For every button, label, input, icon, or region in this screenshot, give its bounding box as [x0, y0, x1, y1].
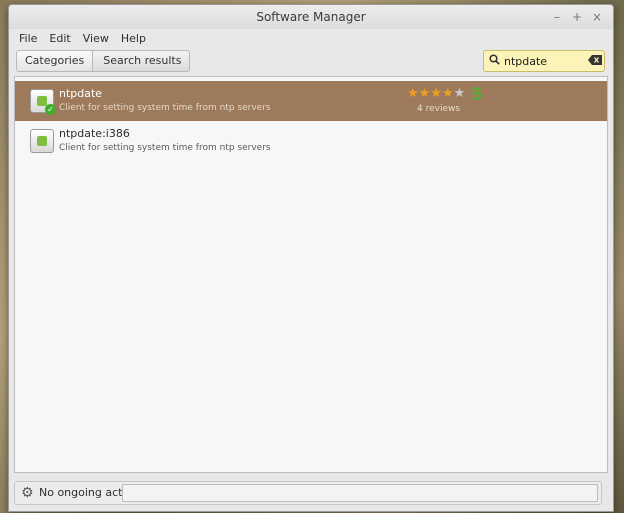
rating-score: 5 — [471, 85, 483, 105]
star-icon: ★ — [441, 86, 454, 101]
menu-help[interactable]: Help — [115, 32, 152, 45]
star-icon: ★ — [418, 86, 431, 101]
toolbar: Categories Search results — [9, 49, 613, 75]
window-controls: – + × — [547, 8, 607, 26]
package-name: ntpdate:i386 — [59, 127, 130, 140]
clear-icon[interactable] — [586, 54, 604, 68]
list-item[interactable]: ✓ ntpdate Client for setting system time… — [15, 81, 607, 121]
window-title: Software Manager — [256, 10, 366, 24]
installed-check-icon: ✓ — [45, 104, 56, 115]
menu-file[interactable]: File — [13, 32, 43, 45]
menubar: File Edit View Help — [9, 29, 613, 47]
close-button[interactable]: × — [587, 8, 607, 26]
menu-view[interactable]: View — [77, 32, 115, 45]
list-item[interactable]: ntpdate:i386 Client for setting system t… — [15, 121, 607, 161]
search-icon — [486, 54, 502, 68]
status-panel: ⚙ No ongoing actions — [14, 481, 602, 505]
search-box — [483, 50, 605, 72]
results-list: ✓ ntpdate Client for setting system time… — [14, 76, 608, 473]
star-icon: ★ — [407, 86, 419, 101]
minimize-button[interactable]: – — [547, 8, 567, 26]
breadcrumb-categories[interactable]: Categories — [16, 50, 94, 72]
package-icon — [30, 129, 54, 153]
statusbar: ⚙ No ongoing actions — [9, 477, 613, 511]
star-empty-icon: ★ — [453, 86, 466, 101]
package-description: Client for setting system time from ntp … — [59, 143, 271, 153]
progress-bar — [122, 484, 598, 502]
package-icon: ✓ — [30, 89, 56, 115]
breadcrumb-search-results[interactable]: Search results — [93, 50, 191, 72]
package-name: ntpdate — [59, 87, 103, 100]
maximize-button[interactable]: + — [567, 8, 587, 26]
rating: ★ ★ ★ ★ ★ 5 4 reviews — [407, 85, 497, 117]
package-description: Client for setting system time from ntp … — [59, 103, 271, 113]
search-input[interactable] — [502, 54, 586, 68]
star-icon: ★ — [430, 86, 442, 101]
gear-icon: ⚙ — [21, 485, 34, 501]
review-count: 4 reviews — [417, 104, 461, 114]
menu-edit[interactable]: Edit — [43, 32, 76, 45]
breadcrumb: Categories Search results — [16, 50, 191, 72]
star-rating: ★ ★ ★ ★ ★ — [407, 87, 497, 101]
titlebar[interactable]: Software Manager – + × — [9, 5, 613, 29]
software-manager-window: Software Manager – + × File Edit View He… — [8, 4, 614, 512]
